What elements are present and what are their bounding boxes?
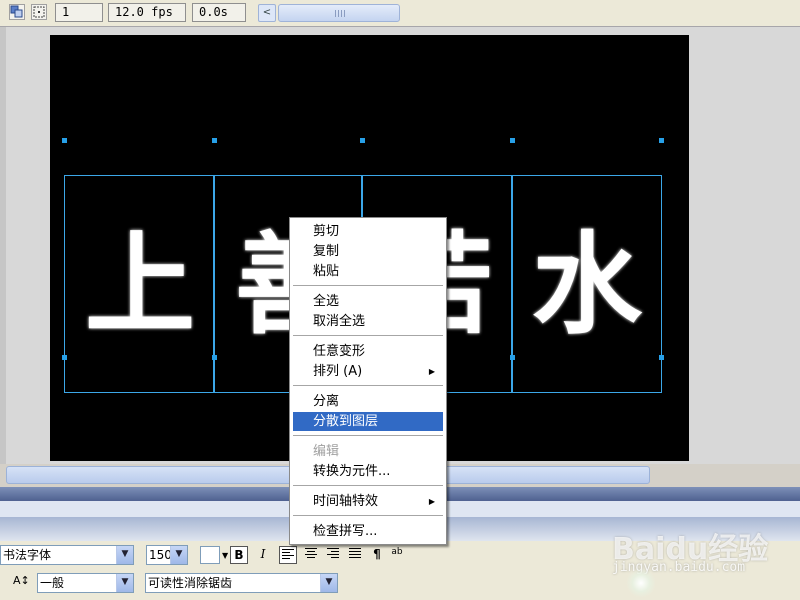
menu-item-label: 复制 bbox=[313, 244, 340, 259]
align-left-icon bbox=[282, 549, 294, 559]
menu-item-label: 全选 bbox=[313, 294, 340, 309]
text-color-swatch[interactable] bbox=[200, 546, 220, 564]
selection-handle[interactable] bbox=[510, 355, 515, 360]
menu-item-select-all[interactable]: 全选 bbox=[293, 292, 443, 311]
menu-separator bbox=[293, 435, 443, 436]
menu-item-label: 任意变形 bbox=[313, 344, 366, 359]
selection-handle[interactable] bbox=[212, 138, 217, 143]
dandelion-decoration-icon bbox=[626, 568, 656, 598]
menu-separator bbox=[293, 385, 443, 386]
menu-item-distribute-to-layers[interactable]: 分散到图层 bbox=[293, 412, 443, 431]
bold-button[interactable]: B bbox=[230, 546, 248, 564]
font-family-value: 书法字体 bbox=[3, 548, 52, 562]
scroll-grip-icon bbox=[335, 10, 345, 17]
timeline-toolbar: 1 12.0 fps 0.0s < bbox=[0, 0, 800, 27]
selection-handle[interactable] bbox=[360, 138, 365, 143]
elapsed-time-field: 0.0s bbox=[192, 3, 246, 22]
menu-item-copy[interactable]: 复制 bbox=[293, 242, 443, 261]
antialias-dropdown[interactable]: 可读性消除锯齿 ▼ bbox=[145, 573, 338, 593]
menu-item-label: 时间轴特效 bbox=[313, 494, 379, 509]
timeline-scroll-left-button[interactable]: < bbox=[258, 4, 276, 22]
menu-item-label: 分散到图层 bbox=[313, 414, 379, 429]
menu-item-edit: 编辑 bbox=[293, 442, 443, 461]
menu-item-label: 取消全选 bbox=[313, 314, 366, 329]
selection-handle[interactable] bbox=[212, 355, 217, 360]
font-size-dropdown[interactable]: 150 ▼ bbox=[146, 545, 188, 565]
submenu-arrow-icon: ▶ bbox=[428, 367, 435, 376]
font-family-dropdown[interactable]: 书法字体 ▼ bbox=[0, 545, 134, 565]
menu-item-label: 编辑 bbox=[313, 444, 340, 459]
timeline-scroll-thumb[interactable] bbox=[278, 4, 400, 22]
selection-handle[interactable] bbox=[62, 138, 67, 143]
menu-item-label: 粘贴 bbox=[313, 264, 340, 279]
italic-button[interactable]: I bbox=[254, 546, 272, 564]
character-spacing-dropdown[interactable]: 一般 ▼ bbox=[37, 573, 134, 593]
menu-item-free-transform[interactable]: 任意变形 bbox=[293, 342, 443, 361]
menu-item-label: 排列 (A) bbox=[313, 364, 363, 379]
align-left-button[interactable] bbox=[279, 546, 297, 564]
center-frame-icon[interactable] bbox=[31, 4, 47, 20]
menu-item-paste[interactable]: 粘贴 bbox=[293, 262, 443, 281]
justify-icon bbox=[349, 548, 361, 558]
context-menu: 剪切 复制 粘贴 全选 取消全选 任意变形 排列 (A) ▶ 分离 分散到图层 编… bbox=[289, 217, 447, 545]
selection-handle[interactable] bbox=[510, 138, 515, 143]
menu-item-cut[interactable]: 剪切 bbox=[293, 222, 443, 241]
selection-handle[interactable] bbox=[62, 355, 67, 360]
selection-handle[interactable] bbox=[659, 355, 664, 360]
menu-separator bbox=[293, 285, 443, 286]
menu-item-check-spelling[interactable]: 检查拼写... bbox=[293, 522, 443, 541]
selection-handle[interactable] bbox=[659, 138, 664, 143]
menu-item-arrange[interactable]: 排列 (A) ▶ bbox=[293, 362, 443, 381]
chevron-down-icon[interactable]: ▼ bbox=[116, 574, 133, 592]
frame-rate-field[interactable]: 12.0 fps bbox=[108, 3, 186, 22]
menu-item-deselect-all[interactable]: 取消全选 bbox=[293, 312, 443, 331]
align-center-icon bbox=[305, 548, 317, 558]
font-size-value: 150 bbox=[149, 548, 172, 562]
color-dropdown-icon[interactable]: ▼ bbox=[222, 551, 228, 560]
menu-separator bbox=[293, 335, 443, 336]
align-right-button[interactable] bbox=[324, 546, 342, 564]
menu-item-label: 剪切 bbox=[313, 224, 340, 239]
menu-item-label: 分离 bbox=[313, 394, 340, 409]
menu-separator bbox=[293, 515, 443, 516]
stage-left-strip bbox=[0, 27, 6, 464]
current-frame-field: 1 bbox=[55, 3, 103, 22]
menu-item-label: 检查拼写... bbox=[313, 524, 378, 539]
text-size-icon: A↕ bbox=[13, 574, 30, 587]
menu-item-break-apart[interactable]: 分离 bbox=[293, 392, 443, 411]
align-center-button[interactable] bbox=[302, 546, 320, 564]
chevron-down-icon[interactable]: ▼ bbox=[116, 546, 133, 564]
selection-box-1 bbox=[64, 175, 214, 393]
menu-item-timeline-effects[interactable]: 时间轴特效 ▶ bbox=[293, 492, 443, 511]
selection-box-4 bbox=[512, 175, 662, 393]
chevron-down-icon[interactable]: ▼ bbox=[170, 546, 187, 564]
menu-item-convert-to-symbol[interactable]: 转换为元件... bbox=[293, 462, 443, 481]
line-type-value: 一般 bbox=[40, 576, 65, 590]
chevron-down-icon[interactable]: ▼ bbox=[320, 574, 337, 592]
antialias-value: 可读性消除锯齿 bbox=[148, 576, 233, 590]
paragraph-button[interactable]: ¶ bbox=[368, 546, 386, 564]
text-orientation-button[interactable]: ab bbox=[388, 546, 406, 564]
menu-item-label: 转换为元件... bbox=[313, 464, 391, 479]
align-right-icon bbox=[327, 548, 339, 558]
menu-separator bbox=[293, 485, 443, 486]
onion-skin-icon[interactable] bbox=[9, 4, 25, 20]
justify-button[interactable] bbox=[346, 546, 364, 564]
submenu-arrow-icon: ▶ bbox=[428, 497, 435, 506]
